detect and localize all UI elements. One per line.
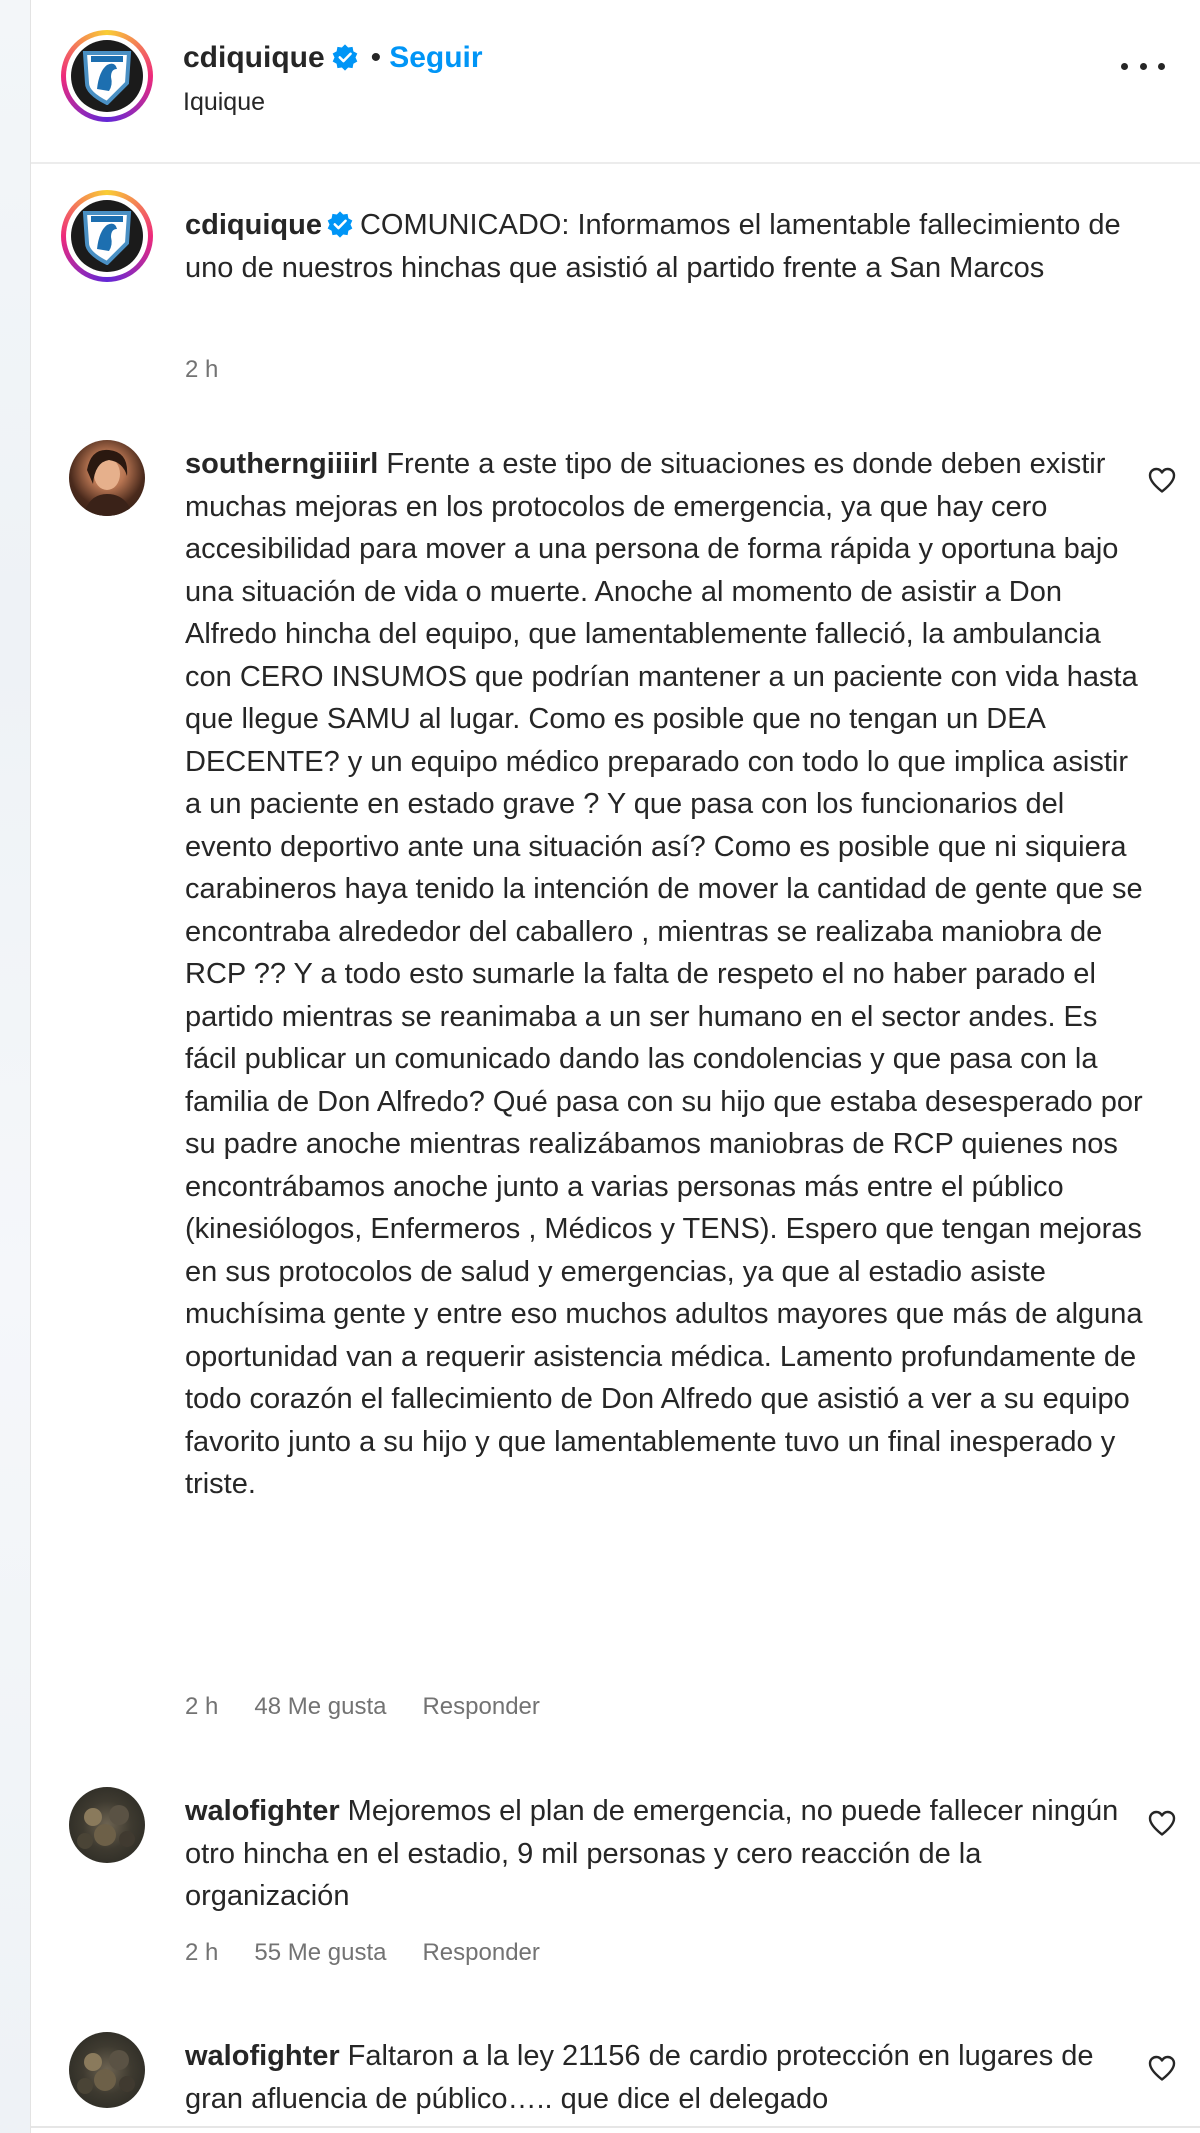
comment-text-block: southerngiiiirl Frente a este tipo de sit… <box>185 443 1145 1506</box>
caption-username[interactable]: cdiquique <box>185 209 322 241</box>
background-page-strip <box>0 0 30 2133</box>
comment-text: Frente a este tipo de situaciones es don… <box>185 448 1143 1500</box>
reply-button[interactable]: Responder <box>422 1693 539 1720</box>
comment-text-block: walofighter Faltaron a la ley 21156 de ca… <box>185 2035 1145 2120</box>
verified-badge-icon <box>327 211 353 238</box>
header-user-line: cdiquique • Seguir <box>183 38 483 78</box>
comment-meta: 2 h 55 Me gusta Responder <box>185 1939 576 1967</box>
divider <box>31 2126 1200 2128</box>
comment-likes[interactable]: 48 Me gusta <box>254 1693 386 1720</box>
caption-meta: 2 h <box>185 356 254 384</box>
heart-outline-icon[interactable] <box>1147 1809 1177 1837</box>
post-panel: cdiquique • Seguir Iquique cdiquique COMUNI… <box>30 0 1200 2133</box>
heart-outline-icon[interactable] <box>1147 466 1177 494</box>
post-header: cdiquique • Seguir Iquique <box>31 0 1200 164</box>
heart-outline-icon[interactable] <box>1147 2054 1177 2082</box>
caption-avatar[interactable] <box>61 190 153 282</box>
comment-time[interactable]: 2 h <box>185 1693 218 1720</box>
header-separator: • <box>370 41 382 74</box>
verified-badge-icon <box>332 44 357 71</box>
commenter-avatar[interactable] <box>69 2032 145 2108</box>
comment-meta: 2 h 48 Me gusta Responder <box>185 1693 576 1721</box>
follow-button[interactable]: Seguir <box>389 41 482 74</box>
reply-button[interactable]: Responder <box>422 1939 539 1966</box>
club-crest-icon <box>71 40 143 112</box>
post-location[interactable]: Iquique <box>183 88 265 117</box>
comment-text-block: walofighter Mejoremos el plan de emergenc… <box>185 1790 1145 1918</box>
comment-username[interactable]: walofighter <box>185 1795 340 1827</box>
account-avatar[interactable] <box>61 30 153 122</box>
comment-likes[interactable]: 55 Me gusta <box>254 1939 386 1966</box>
comment-username[interactable]: walofighter <box>185 2040 340 2072</box>
club-crest-icon <box>71 200 143 272</box>
comment-username[interactable]: southerngiiiirl <box>185 448 378 480</box>
comment-time[interactable]: 2 h <box>185 1939 218 1966</box>
commenter-avatar[interactable] <box>69 1787 145 1863</box>
more-options-icon[interactable] <box>1121 56 1165 76</box>
header-username[interactable]: cdiquique <box>183 41 325 74</box>
caption-time[interactable]: 2 h <box>185 356 218 383</box>
caption-text-block: cdiquique COMUNICADO: Informamos el lamen… <box>185 204 1145 289</box>
commenter-avatar[interactable] <box>69 440 145 516</box>
